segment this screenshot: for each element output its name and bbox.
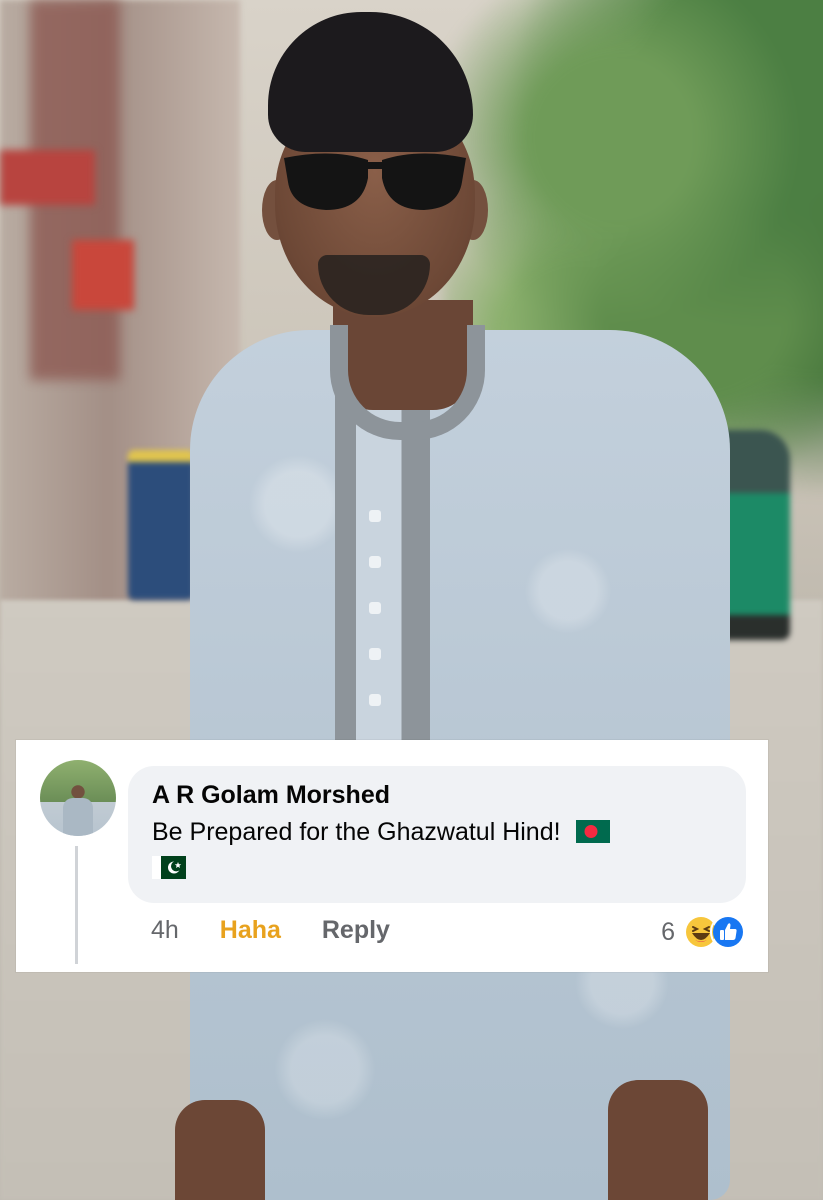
background-photo — [0, 0, 823, 1200]
reaction-summary[interactable]: 6 — [661, 912, 746, 952]
hair — [268, 12, 473, 152]
person — [0, 0, 823, 1200]
comment-time[interactable]: 4h — [151, 916, 179, 944]
hand — [608, 1080, 708, 1200]
like-thumb-icon — [710, 914, 746, 950]
comment-text: Be Prepared for the Ghazwatul Hind! — [152, 818, 561, 846]
hand — [175, 1100, 265, 1200]
sunglasses-icon — [284, 153, 466, 210]
comment-bubble: A R Golam Morshed Be Prepared for the Gh… — [128, 766, 746, 903]
thread-line — [75, 846, 78, 964]
avatar[interactable] — [40, 760, 116, 836]
reaction-button[interactable]: Haha — [220, 916, 281, 944]
comment-text-line: Be Prepared for the Ghazwatul Hind! — [152, 814, 722, 886]
bangladesh-flag-icon — [575, 820, 610, 843]
comment-author[interactable]: A R Golam Morshed — [152, 780, 722, 810]
reaction-count: 6 — [661, 917, 675, 946]
kurta-buttons — [369, 510, 385, 740]
pakistan-flag-icon — [152, 856, 186, 879]
reply-button[interactable]: Reply — [322, 916, 390, 944]
comment-actions: 4h Haha Reply — [151, 916, 424, 945]
comment-card: A R Golam Morshed Be Prepared for the Gh… — [16, 740, 768, 972]
